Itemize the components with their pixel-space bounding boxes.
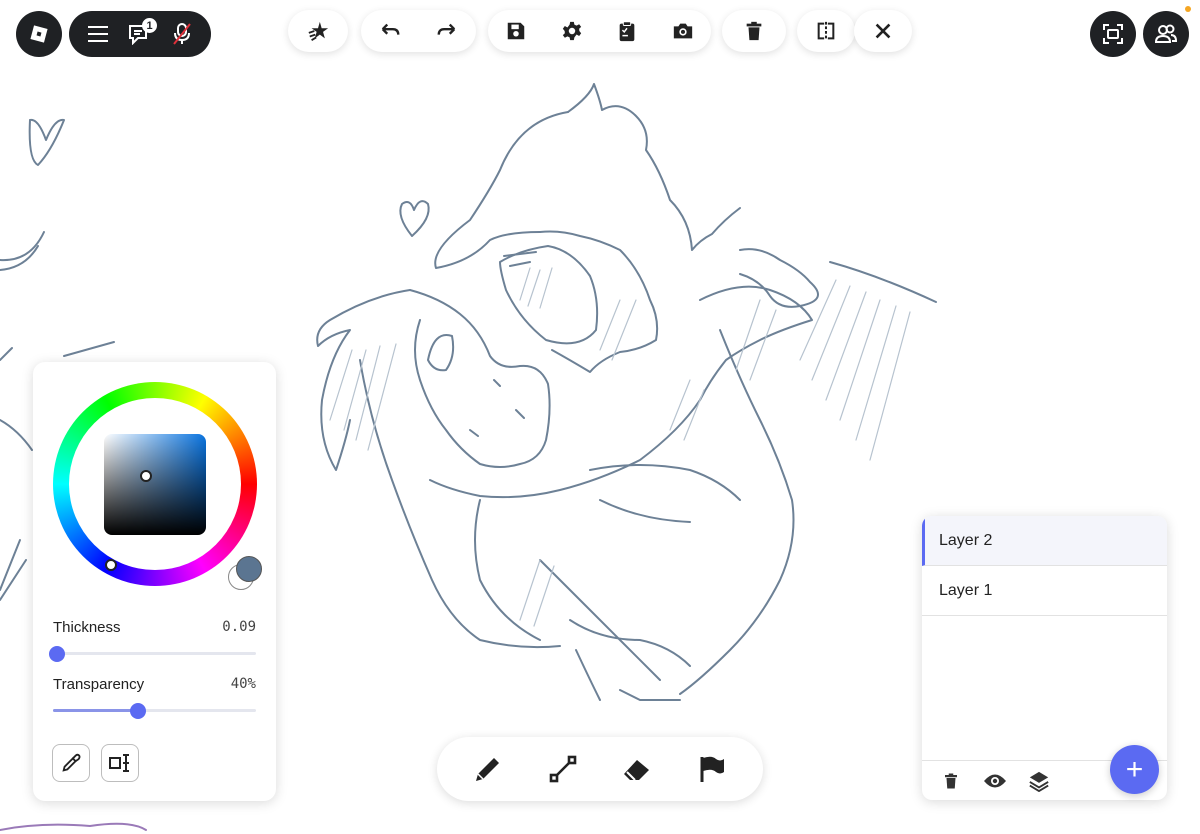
transparency-slider[interactable]	[53, 702, 256, 719]
save-button[interactable]	[490, 10, 542, 52]
sparkle-stars-icon	[308, 21, 329, 41]
flag-icon	[700, 756, 724, 782]
sketch-heart-left	[28, 118, 65, 166]
mirror-group	[797, 10, 855, 52]
undo-icon	[381, 23, 400, 35]
flag-tool-button[interactable]	[685, 742, 739, 796]
close-icon	[875, 23, 891, 39]
color-panel: Thickness 0.09 Transparency 40%	[33, 362, 276, 801]
saturation-value-picker[interactable]	[104, 434, 206, 535]
mirror-icon	[817, 21, 835, 41]
mic-muted-icon	[173, 23, 191, 45]
drawing-app: 1 Thickness 0.09 Transparency 40% Layer …	[0, 0, 1200, 834]
thickness-label: Thickness	[53, 619, 121, 636]
sketch-stroke	[427, 251, 537, 372]
transparency-label: Transparency	[53, 676, 145, 693]
file-group	[488, 10, 711, 52]
add-layer-button[interactable]: +	[1110, 745, 1159, 794]
layer-label: Layer 2	[939, 531, 993, 549]
sketch-stroke	[474, 499, 661, 681]
primary-color-swatch[interactable]	[236, 556, 262, 582]
gear-icon	[562, 21, 581, 41]
clear-canvas-button[interactable]	[728, 10, 780, 52]
friends-button[interactable]	[1143, 11, 1189, 57]
hue-picker-knob[interactable]	[105, 559, 117, 571]
transparency-value: 40%	[230, 676, 256, 692]
text-cursor-icon	[109, 754, 129, 772]
eraser-tool-button[interactable]	[610, 742, 664, 796]
sketch-stroke	[434, 111, 569, 269]
sketch-stroke	[739, 248, 819, 308]
chat-badge: 1	[142, 18, 157, 33]
text-tool-button[interactable]	[101, 744, 139, 782]
layer-label: Layer 1	[939, 581, 993, 599]
sketch-stroke	[469, 379, 525, 437]
roblox-menu-button[interactable]	[16, 11, 62, 57]
camera-icon	[673, 23, 693, 39]
thickness-thumb[interactable]	[49, 645, 65, 662]
pencil-icon	[476, 758, 500, 781]
sketch-stroke	[499, 245, 599, 345]
transparency-fill	[53, 709, 138, 712]
undo-button[interactable]	[364, 10, 416, 52]
drawing-tools-bar	[437, 737, 763, 801]
chat-button[interactable]: 1	[119, 13, 161, 55]
sketch-stroke	[359, 359, 561, 649]
clipboard-icon	[620, 21, 635, 42]
sketch-stroke	[0, 231, 45, 271]
eyedropper-button[interactable]	[52, 744, 90, 782]
layer-options-button[interactable]	[1024, 766, 1054, 796]
top-left-controls: 1	[69, 11, 211, 57]
effects-button[interactable]	[292, 10, 344, 52]
add-layer-plus: +	[1125, 752, 1144, 786]
eraser-icon	[624, 760, 650, 781]
close-group	[854, 10, 912, 52]
trash-icon	[945, 773, 957, 788]
screen-capture-icon	[1103, 24, 1123, 44]
layers-icon	[1029, 771, 1049, 792]
sketch-stroke	[409, 289, 551, 468]
layer-item[interactable]: Layer 2	[922, 516, 1167, 566]
save-icon	[507, 22, 525, 40]
hamburger-menu-button[interactable]	[77, 13, 119, 55]
effects-group	[288, 10, 348, 52]
sketch-stroke	[569, 619, 691, 701]
mirror-button[interactable]	[800, 10, 852, 52]
eye-icon	[984, 774, 1006, 787]
roblox-logo-icon	[30, 25, 48, 43]
notification-dot	[1185, 6, 1191, 12]
close-button[interactable]	[857, 10, 909, 52]
clipboard-button[interactable]	[601, 10, 653, 52]
layer-item[interactable]: Layer 1	[922, 566, 1167, 616]
eyedropper-icon	[62, 753, 81, 772]
trash-icon	[746, 21, 762, 41]
settings-button[interactable]	[546, 10, 598, 52]
screenshot-button[interactable]	[657, 10, 709, 52]
sketch-stroke	[567, 83, 741, 251]
delete-layer-button[interactable]	[936, 766, 966, 796]
thickness-value: 0.09	[222, 619, 256, 635]
pencil-tool-button[interactable]	[461, 742, 515, 796]
redo-icon	[437, 23, 456, 35]
transparency-thumb[interactable]	[130, 702, 146, 719]
redo-button[interactable]	[421, 10, 473, 52]
mic-button[interactable]	[161, 13, 203, 55]
clear-group	[722, 10, 786, 52]
toggle-visibility-button[interactable]	[980, 766, 1010, 796]
fullscreen-button[interactable]	[1090, 11, 1136, 57]
hamburger-icon	[88, 26, 108, 42]
line-tool-button[interactable]	[536, 742, 590, 796]
people-icon	[1154, 24, 1178, 43]
line-tool-icon	[549, 755, 577, 783]
thickness-slider[interactable]	[49, 645, 256, 662]
sketch-stroke	[679, 329, 795, 695]
sv-picker-knob[interactable]	[140, 470, 152, 482]
sketch-stroke	[0, 822, 147, 831]
sketch-stroke	[539, 230, 659, 373]
sketch-hatching	[329, 267, 911, 627]
history-group	[361, 10, 476, 52]
sketch-heart	[399, 200, 430, 237]
